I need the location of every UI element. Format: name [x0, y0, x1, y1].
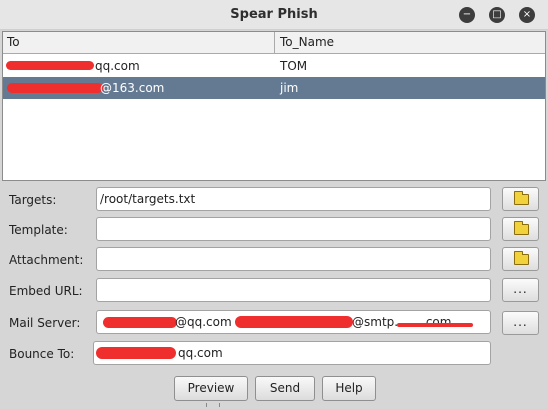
spear-phish-form: Targets: /root/targets.txt Template: Att… — [0, 182, 548, 409]
template-browse-button[interactable] — [502, 217, 539, 241]
attachment-label: Attachment: — [9, 253, 84, 267]
template-label: Template: — [9, 223, 68, 237]
preview-button[interactable]: Preview — [174, 376, 248, 401]
redaction-mark — [96, 347, 176, 359]
send-button[interactable]: Send — [255, 376, 315, 401]
redaction-mark — [103, 317, 177, 328]
table-header: To To_Name — [3, 32, 545, 54]
template-input[interactable] — [96, 217, 491, 241]
mail-server-label: Mail Server: — [9, 316, 81, 330]
mail-server-value-part1: @qq.com — [175, 315, 232, 329]
recipients-table[interactable]: To To_Name qq.com TOM @163.com jim — [2, 31, 546, 181]
maximize-button[interactable]: □ — [489, 7, 505, 23]
redaction-mark — [6, 61, 94, 70]
embed-url-label: Embed URL: — [9, 284, 83, 298]
cell-to-name: TOM — [280, 59, 308, 73]
cell-to-name: jim — [280, 81, 299, 95]
embed-url-button[interactable]: ... — [502, 278, 539, 302]
column-header-to-name[interactable]: To_Name — [276, 32, 545, 53]
mail-server-value-part3: .com — [422, 315, 452, 329]
targets-browse-button[interactable] — [502, 187, 539, 211]
redaction-mark — [235, 316, 353, 328]
maximize-icon: □ — [492, 9, 502, 20]
help-button[interactable]: Help — [322, 376, 376, 401]
targets-input[interactable]: /root/targets.txt — [96, 187, 491, 211]
attachment-browse-button[interactable] — [502, 247, 539, 271]
resize-grip — [206, 403, 220, 407]
folder-icon — [514, 251, 529, 265]
attachment-input[interactable] — [96, 247, 491, 271]
column-header-to[interactable]: To — [3, 32, 275, 53]
redaction-mark — [397, 323, 473, 327]
ellipsis-label: ... — [513, 282, 528, 296]
targets-label: Targets: — [9, 193, 57, 207]
bounce-to-label: Bounce To: — [9, 347, 75, 361]
table-row[interactable]: qq.com TOM — [3, 55, 545, 77]
table-row-selected[interactable]: @163.com jim — [3, 77, 545, 99]
redaction-mark — [7, 83, 103, 93]
minimize-icon: − — [462, 9, 472, 20]
embed-url-input[interactable] — [96, 278, 491, 302]
folder-icon — [514, 191, 529, 205]
mail-server-value-part2: @smtp. — [352, 315, 399, 329]
bounce-to-value: qq.com — [178, 346, 223, 360]
ellipsis-label: ... — [513, 315, 528, 329]
folder-icon — [514, 221, 529, 235]
mail-server-button[interactable]: ... — [502, 311, 539, 335]
close-icon: × — [522, 9, 532, 20]
close-button[interactable]: × — [519, 7, 535, 23]
bounce-to-input[interactable]: qq.com — [93, 341, 491, 365]
mail-server-input[interactable]: @qq.com @smtp. .com — [96, 310, 491, 334]
minimize-button[interactable]: − — [459, 7, 475, 23]
title-bar: Spear Phish − □ × — [0, 0, 548, 30]
